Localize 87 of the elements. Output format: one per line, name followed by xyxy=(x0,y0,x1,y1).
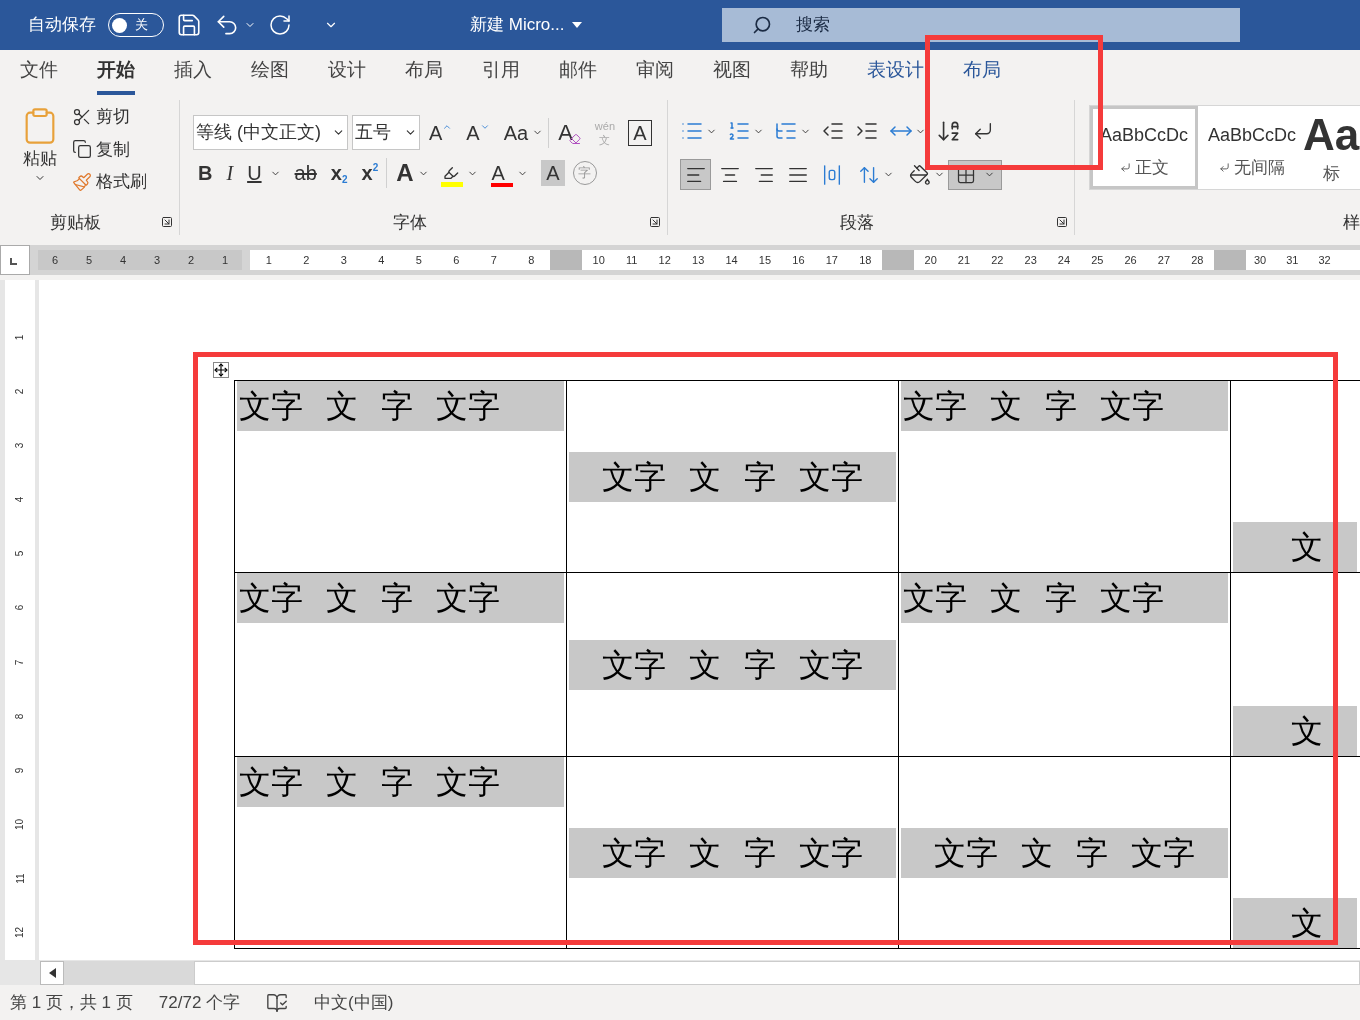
ruler-segment: 6 5 4 3 2 1 xyxy=(38,250,242,270)
paragraph-mark-icon xyxy=(1219,162,1230,173)
grow-font-button[interactable]: A xyxy=(424,117,458,148)
font-size-field[interactable]: 五号 xyxy=(352,115,420,150)
copy-icon xyxy=(72,139,92,160)
ribbon-tab[interactable]: 视图 xyxy=(713,50,751,95)
shading-icon[interactable] xyxy=(909,163,931,186)
shaded-cell-text: 文字 文 字 文字 xyxy=(901,827,1228,878)
paragraph-mark-icon xyxy=(1119,162,1131,173)
dropdown-triangle-icon xyxy=(572,22,583,28)
font-name-field[interactable]: 等线 (中文正文) xyxy=(193,115,348,150)
style-item[interactable]: AaBbCcDc 正文 xyxy=(1090,106,1198,189)
shaded-cell-text: 文字 文 字 文字 xyxy=(901,573,1228,623)
scissors-icon xyxy=(72,106,92,127)
left-triangle-icon xyxy=(48,967,56,978)
shaded-cell-text: 文字 文 字 文字 xyxy=(901,381,1228,431)
shaded-cell-text: 文字 文 字 文字 xyxy=(237,757,564,807)
shaded-cell-text: 文字 文 字 文字 xyxy=(569,639,896,690)
ribbon-tab[interactable]: 绘图 xyxy=(251,50,289,95)
column-marker[interactable] xyxy=(882,250,914,270)
ribbon-tab[interactable]: 表设计 xyxy=(867,50,924,95)
ribbon-tab[interactable]: 邮件 xyxy=(559,50,597,95)
ribbon-tab[interactable]: 设计 xyxy=(328,50,366,95)
dialog-launcher-icon[interactable] xyxy=(1056,216,1068,229)
ribbon-tab[interactable]: 文件 xyxy=(20,50,58,95)
paste-button[interactable]: 粘贴 xyxy=(20,100,60,210)
shaded-cell-text: 文字 文 字 文字 xyxy=(237,381,564,431)
strikethrough-button[interactable]: ab xyxy=(289,158,322,188)
autosave-label: 自动保存 xyxy=(28,14,96,37)
search-field[interactable]: 搜索 xyxy=(722,8,1241,42)
ribbon-tab[interactable]: 审阅 xyxy=(636,50,674,95)
document-title[interactable]: 新建 Micro... xyxy=(470,12,583,38)
search-icon xyxy=(752,15,773,35)
shaded-cell-text: 文 xyxy=(1233,522,1357,572)
table-move-handle-icon[interactable] xyxy=(213,362,229,378)
column-marker[interactable] xyxy=(550,250,582,270)
scroll-left-button[interactable] xyxy=(40,960,64,985)
dialog-launcher-icon[interactable] xyxy=(161,216,173,229)
ribbon-tab[interactable]: 插入 xyxy=(174,50,212,95)
paintbrush-icon xyxy=(72,171,92,192)
toggle-knob xyxy=(112,17,127,33)
shaded-cell-text: 文字 文 字 文字 xyxy=(569,827,896,878)
numbered-list-icon[interactable] xyxy=(727,119,751,143)
shaded-cell-text: 文 xyxy=(1233,706,1357,756)
column-marker[interactable] xyxy=(1214,250,1246,270)
tab-selector[interactable] xyxy=(0,245,30,275)
character-border-button[interactable]: A xyxy=(628,119,653,146)
ribbon-tab[interactable]: 引用 xyxy=(482,50,520,95)
group-label: 样 xyxy=(1343,211,1360,234)
show-marks-icon[interactable] xyxy=(972,120,994,142)
align-button[interactable] xyxy=(680,159,711,190)
proofing-icon[interactable] xyxy=(266,991,289,1014)
ribbon-tab[interactable]: 布局 xyxy=(405,50,443,95)
dialog-launcher-icon[interactable] xyxy=(649,216,661,229)
highlighter-icon xyxy=(442,165,459,181)
group-label: 段落 xyxy=(840,211,874,234)
page-count[interactable]: 第 1 页，共 1 页 xyxy=(10,989,133,1016)
tab-stop-icon xyxy=(10,258,17,265)
language-status[interactable]: 中文(中国) xyxy=(314,989,394,1016)
shrink-font-button[interactable]: A xyxy=(461,117,495,148)
ruler-segment: 10 11 12 13 14 15 16 17 18 xyxy=(582,250,882,270)
ribbon-tab[interactable]: 开始 xyxy=(97,50,135,95)
ruler-segment: 20 21 22 23 24 25 26 27 28 xyxy=(914,250,1214,270)
underline-button[interactable]: U xyxy=(242,158,286,188)
character-shading-button[interactable]: A xyxy=(540,160,565,186)
redo-icon[interactable] xyxy=(268,13,292,37)
shaded-cell-text: 文字 文 字 文字 xyxy=(237,573,564,623)
vertical-ruler: 1 2 3 4 5 6 7 8 9 10 11 12 xyxy=(5,280,35,960)
scrollbar-thumb[interactable] xyxy=(64,960,194,985)
group-label: 剪贴板 xyxy=(50,211,101,234)
group-label: 字体 xyxy=(393,211,427,234)
ribbon-tab[interactable]: 帮助 xyxy=(790,50,828,95)
save-icon[interactable] xyxy=(176,12,202,38)
text-effects-button[interactable]: A xyxy=(391,158,434,188)
ruler-segment: 30 31 32 xyxy=(1246,250,1360,270)
font-color-button[interactable]: A xyxy=(486,158,533,188)
italic-button[interactable]: I xyxy=(221,158,239,188)
bold-button[interactable]: B xyxy=(193,158,218,188)
clipboard-item[interactable]: 剪切 xyxy=(72,104,147,130)
clipboard-item[interactable]: 格式刷 xyxy=(72,169,147,195)
ruler-segment: 1 2 3 4 5 6 7 8 xyxy=(250,250,550,270)
clipboard-item[interactable]: 复制 xyxy=(72,136,147,162)
change-case-button[interactable]: Aa xyxy=(498,117,550,148)
clear-format-button[interactable]: A xyxy=(553,117,586,148)
ribbon-tab[interactable]: 布局 xyxy=(963,50,1001,95)
shaded-cell-text: 文字 文 字 文字 xyxy=(569,451,896,502)
word-count[interactable]: 72/72 个字 xyxy=(158,989,241,1016)
